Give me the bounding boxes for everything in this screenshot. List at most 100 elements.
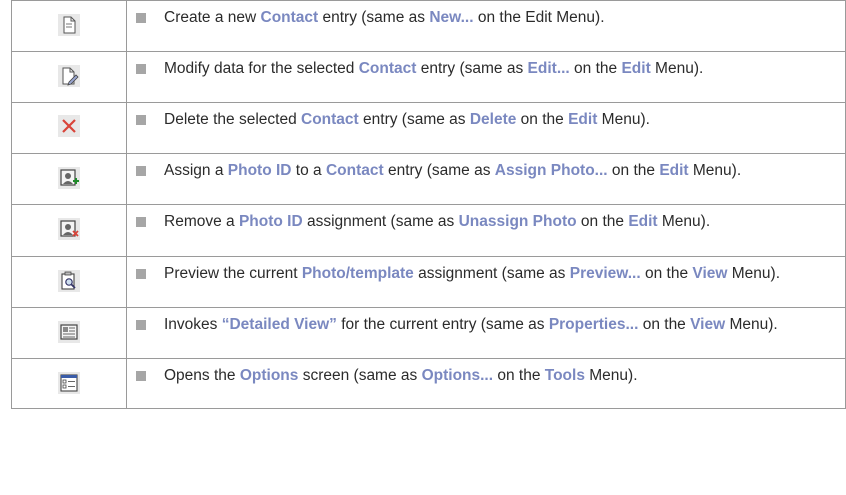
description-cell: Opens the Options screen (same as Option…: [126, 358, 846, 409]
options-icon[interactable]: [58, 372, 80, 394]
highlighted-term: Edit: [568, 111, 598, 128]
description-segment: assignment (same as: [413, 265, 570, 282]
bullet: [136, 64, 146, 74]
highlighted-term: Contact: [260, 9, 319, 26]
description-text: Assign a Photo ID to a Contact entry (sa…: [164, 160, 835, 181]
delete-icon[interactable]: [58, 115, 80, 137]
description-segment: Assign a: [164, 162, 228, 179]
table-row: Invokes “Detailed View” for the current …: [11, 307, 846, 359]
description-segment: screen (same as: [298, 367, 422, 384]
new-document-icon[interactable]: [58, 14, 80, 36]
icon-cell: [11, 153, 127, 205]
highlighted-term: View: [692, 265, 728, 282]
description-cell: Delete the selected Contact entry (same …: [126, 102, 846, 154]
description-segment: Menu).: [650, 60, 704, 77]
description-cell: Invokes “Detailed View” for the current …: [126, 307, 846, 359]
description-segment: assignment (same as: [302, 213, 459, 230]
description-text: Invokes “Detailed View” for the current …: [164, 314, 835, 335]
description-segment: Menu).: [597, 111, 650, 128]
assign-photo-icon[interactable]: [58, 167, 80, 189]
description-segment: to a: [291, 162, 326, 179]
icon-cell: [11, 51, 127, 103]
description-segment: on the: [607, 162, 660, 179]
description-text: Delete the selected Contact entry (same …: [164, 109, 835, 130]
highlighted-term: New...: [429, 9, 474, 26]
description-text: Preview the current Photo/template assig…: [164, 263, 835, 284]
description-segment: on the: [576, 213, 629, 230]
description-segment: on the: [640, 265, 693, 282]
highlighted-term: Photo ID: [227, 162, 292, 179]
description-segment: Menu).: [688, 162, 742, 179]
icon-cell: [11, 256, 127, 308]
description-segment: entry (same as: [416, 60, 528, 77]
description-text: Modify data for the selected Contact ent…: [164, 58, 835, 79]
highlighted-term: Edit...: [527, 60, 570, 77]
highlighted-term: Preview...: [569, 265, 641, 282]
table-row: Create a new Contact entry (same as New.…: [11, 0, 846, 52]
table-row: Opens the Options screen (same as Option…: [11, 358, 846, 409]
icon-cell: [11, 102, 127, 154]
table-row: Preview the current Photo/template assig…: [11, 256, 846, 308]
description-segment: Preview the current: [164, 265, 302, 282]
description-segment: on the: [638, 316, 691, 333]
description-segment: on the: [569, 60, 622, 77]
highlighted-term: Assign Photo...: [494, 162, 608, 179]
highlighted-term: Edit: [628, 213, 658, 230]
bullet: [136, 13, 146, 23]
description-segment: Modify data for the selected: [164, 60, 359, 77]
description-segment: Invokes: [164, 316, 222, 333]
icon-cell: [11, 204, 127, 257]
unassign-photo-icon[interactable]: [58, 218, 80, 240]
highlighted-term: Photo/template: [301, 265, 414, 282]
bullet: [136, 217, 146, 227]
description-cell: Assign a Photo ID to a Contact entry (sa…: [126, 153, 846, 205]
highlighted-term: Options: [239, 367, 299, 384]
description-segment: entry (same as: [318, 9, 430, 26]
description-cell: Modify data for the selected Contact ent…: [126, 51, 846, 103]
description-cell: Remove a Photo ID assignment (same as Un…: [126, 204, 846, 257]
description-cell: Create a new Contact entry (same as New.…: [126, 0, 846, 52]
description-segment: on the: [493, 367, 545, 384]
description-segment: entry (same as: [358, 111, 470, 128]
highlighted-term: Contact: [325, 162, 384, 179]
highlighted-term: Unassign Photo: [458, 213, 577, 230]
highlighted-term: Contact: [301, 111, 359, 128]
table-row: Modify data for the selected Contact ent…: [11, 51, 846, 103]
bullet: [136, 269, 146, 279]
highlighted-term: Options...: [421, 367, 494, 384]
description-segment: Menu).: [727, 265, 781, 282]
highlighted-term: Tools: [544, 367, 585, 384]
preview-icon[interactable]: [58, 270, 80, 292]
highlighted-term: View: [690, 316, 726, 333]
table-row: Delete the selected Contact entry (same …: [11, 102, 846, 154]
edit-document-icon[interactable]: [58, 65, 80, 87]
description-text: Remove a Photo ID assignment (same as Un…: [164, 211, 835, 232]
description-segment: Delete the selected: [164, 111, 302, 128]
icon-cell: [11, 358, 127, 409]
highlighted-term: Edit: [621, 60, 651, 77]
description-segment: Menu).: [725, 316, 778, 333]
highlighted-term: Edit: [659, 162, 689, 179]
table-row: Assign a Photo ID to a Contact entry (sa…: [11, 153, 846, 205]
description-segment: Menu).: [657, 213, 711, 230]
table-row: Remove a Photo ID assignment (same as Un…: [11, 204, 846, 257]
properties-icon[interactable]: [58, 321, 80, 343]
bullet: [136, 166, 146, 176]
description-segment: on the: [516, 111, 569, 128]
description-segment: Create a new: [164, 9, 261, 26]
icon-cell: [11, 307, 127, 359]
toolbar-reference-table: Create a new Contact entry (same as New.…: [11, 0, 846, 409]
icon-cell: [11, 0, 127, 52]
highlighted-term: Photo ID: [238, 213, 303, 230]
bullet: [136, 115, 146, 125]
description-segment: Menu).: [584, 367, 638, 384]
bullet: [136, 371, 146, 381]
highlighted-term: Contact: [358, 60, 417, 77]
description-segment: Opens the: [164, 367, 240, 384]
description-text: Create a new Contact entry (same as New.…: [164, 7, 835, 28]
highlighted-term: Properties...: [548, 316, 639, 333]
description-text: Opens the Options screen (same as Option…: [164, 365, 835, 386]
bullet: [136, 320, 146, 330]
description-segment: for the current entry (same as: [336, 316, 549, 333]
description-segment: Remove a: [164, 213, 239, 230]
